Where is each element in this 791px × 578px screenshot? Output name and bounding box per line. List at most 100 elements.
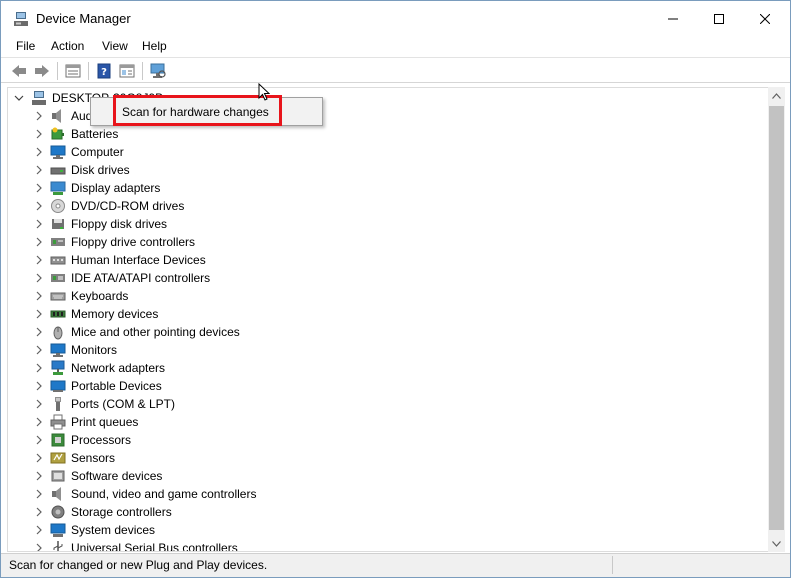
- device-manager-app-icon: [14, 12, 28, 26]
- expand-chevron-icon[interactable]: [34, 543, 44, 551]
- expand-chevron-icon[interactable]: [34, 525, 44, 535]
- tree-item-label: Display adapters: [71, 181, 161, 195]
- expand-chevron-icon[interactable]: [34, 273, 44, 283]
- tree-item-label: Monitors: [71, 343, 118, 357]
- expand-chevron-icon[interactable]: [34, 327, 44, 337]
- expand-chevron-icon[interactable]: [34, 381, 44, 391]
- show-hide-console-icon: [119, 64, 135, 78]
- expand-chevron-icon[interactable]: [34, 111, 44, 121]
- tree-item[interactable]: Software devices: [8, 467, 768, 485]
- expand-chevron-icon[interactable]: [34, 147, 44, 157]
- window-title: Device Manager: [36, 11, 131, 26]
- close-button[interactable]: [742, 1, 788, 37]
- mouse-icon: [53, 326, 63, 340]
- collapse-chevron-icon[interactable]: [14, 93, 24, 103]
- device-manager-window: Device Manager File Action View Help ? A…: [0, 0, 791, 578]
- tree-item[interactable]: Mice and other pointing devices: [8, 323, 768, 341]
- tree-item[interactable]: IDE ATA/ATAPI controllers: [8, 269, 768, 287]
- dvd-icon: [51, 199, 65, 213]
- tree-item-label: Memory devices: [71, 307, 159, 321]
- tree-item-label: Computer: [71, 145, 124, 159]
- expand-chevron-icon[interactable]: [34, 507, 44, 517]
- scan-hardware-button[interactable]: [148, 61, 168, 81]
- menu-action[interactable]: Action: [48, 39, 87, 53]
- maximize-button[interactable]: [696, 1, 742, 37]
- menu-file[interactable]: File: [13, 39, 38, 53]
- tree-item[interactable]: Print queues: [8, 413, 768, 431]
- help-button[interactable]: ?: [94, 61, 114, 81]
- tree-item-label: Keyboards: [71, 289, 129, 303]
- tree-item[interactable]: Sound, video and game controllers: [8, 485, 768, 503]
- expand-chevron-icon[interactable]: [34, 255, 44, 265]
- minimize-button[interactable]: [650, 1, 696, 37]
- tree-item[interactable]: DVD/CD-ROM drives: [8, 197, 768, 215]
- tree-item[interactable]: Human Interface Devices: [8, 251, 768, 269]
- tree-item[interactable]: Batteries: [8, 125, 768, 143]
- hid-icon: [50, 256, 66, 265]
- memory-icon: [50, 310, 66, 318]
- menu-view[interactable]: View: [99, 39, 131, 53]
- expand-chevron-icon[interactable]: [34, 201, 44, 211]
- software-device-icon: [51, 470, 65, 482]
- tree-item[interactable]: Processors: [8, 431, 768, 449]
- highlight-annotation-box: [113, 95, 282, 126]
- device-tree[interactable]: DESKTOP-30G8J9B Audio inputs and outputs…: [7, 87, 769, 552]
- toolbar-separator: [57, 62, 58, 80]
- tree-item[interactable]: Disk drives: [8, 161, 768, 179]
- storage-controller-icon: [51, 505, 65, 519]
- tree-item-label: Network adapters: [71, 361, 166, 375]
- tree-item[interactable]: Memory devices: [8, 305, 768, 323]
- tree-item[interactable]: Keyboards: [8, 287, 768, 305]
- speaker-icon: [52, 109, 61, 123]
- tree-item[interactable]: Ports (COM & LPT): [8, 395, 768, 413]
- expand-chevron-icon[interactable]: [34, 237, 44, 247]
- computer-icon: [50, 145, 66, 159]
- expand-chevron-icon[interactable]: [34, 435, 44, 445]
- tree-item[interactable]: Network adapters: [8, 359, 768, 377]
- tree-item[interactable]: Monitors: [8, 341, 768, 359]
- tree-item[interactable]: Display adapters: [8, 179, 768, 197]
- tree-item[interactable]: Portable Devices: [8, 377, 768, 395]
- expand-chevron-icon[interactable]: [34, 489, 44, 499]
- back-button[interactable]: [9, 61, 29, 81]
- expand-chevron-icon[interactable]: [34, 363, 44, 373]
- menu-help[interactable]: Help: [139, 39, 170, 53]
- expand-chevron-icon[interactable]: [34, 417, 44, 427]
- scroll-thumb[interactable]: [769, 106, 784, 530]
- forward-button[interactable]: [32, 61, 52, 81]
- expand-chevron-icon[interactable]: [34, 219, 44, 229]
- tree-item[interactable]: Floppy disk drives: [8, 215, 768, 233]
- tree-item-label: IDE ATA/ATAPI controllers: [71, 271, 211, 285]
- tree-item-label: Disk drives: [71, 163, 130, 177]
- tree-item-label: DVD/CD-ROM drives: [71, 199, 185, 213]
- scroll-down-button[interactable]: [768, 535, 785, 552]
- tree-item[interactable]: Storage controllers: [8, 503, 768, 521]
- tree-item[interactable]: Universal Serial Bus controllers: [8, 539, 768, 552]
- tree-item-label: Batteries: [71, 127, 119, 141]
- vertical-scrollbar[interactable]: [768, 87, 785, 552]
- tree-item[interactable]: Floppy drive controllers: [8, 233, 768, 251]
- show-hide-console-button[interactable]: [117, 61, 137, 81]
- expand-chevron-icon[interactable]: [34, 183, 44, 193]
- tree-item-label: Floppy disk drives: [71, 217, 168, 231]
- tree-item[interactable]: System devices: [8, 521, 768, 539]
- expand-chevron-icon[interactable]: [34, 165, 44, 175]
- tree-item-label: Universal Serial Bus controllers: [71, 541, 238, 552]
- expand-chevron-icon[interactable]: [34, 345, 44, 355]
- expand-chevron-icon[interactable]: [34, 399, 44, 409]
- expand-chevron-icon[interactable]: [34, 309, 44, 319]
- tree-item[interactable]: Sensors: [8, 449, 768, 467]
- expand-chevron-icon[interactable]: [34, 291, 44, 301]
- expand-chevron-icon[interactable]: [34, 453, 44, 463]
- help-icon: ?: [97, 63, 111, 79]
- forward-icon: [35, 65, 49, 77]
- tree-item-label: Storage controllers: [71, 505, 172, 519]
- scroll-up-button[interactable]: [768, 87, 785, 104]
- expand-chevron-icon[interactable]: [34, 471, 44, 481]
- properties-button[interactable]: [63, 61, 83, 81]
- expand-chevron-icon[interactable]: [34, 129, 44, 139]
- svg-text:?: ?: [101, 67, 107, 78]
- battery-icon: [51, 127, 64, 140]
- toolbar-separator: [88, 62, 89, 80]
- tree-item[interactable]: Computer: [8, 143, 768, 161]
